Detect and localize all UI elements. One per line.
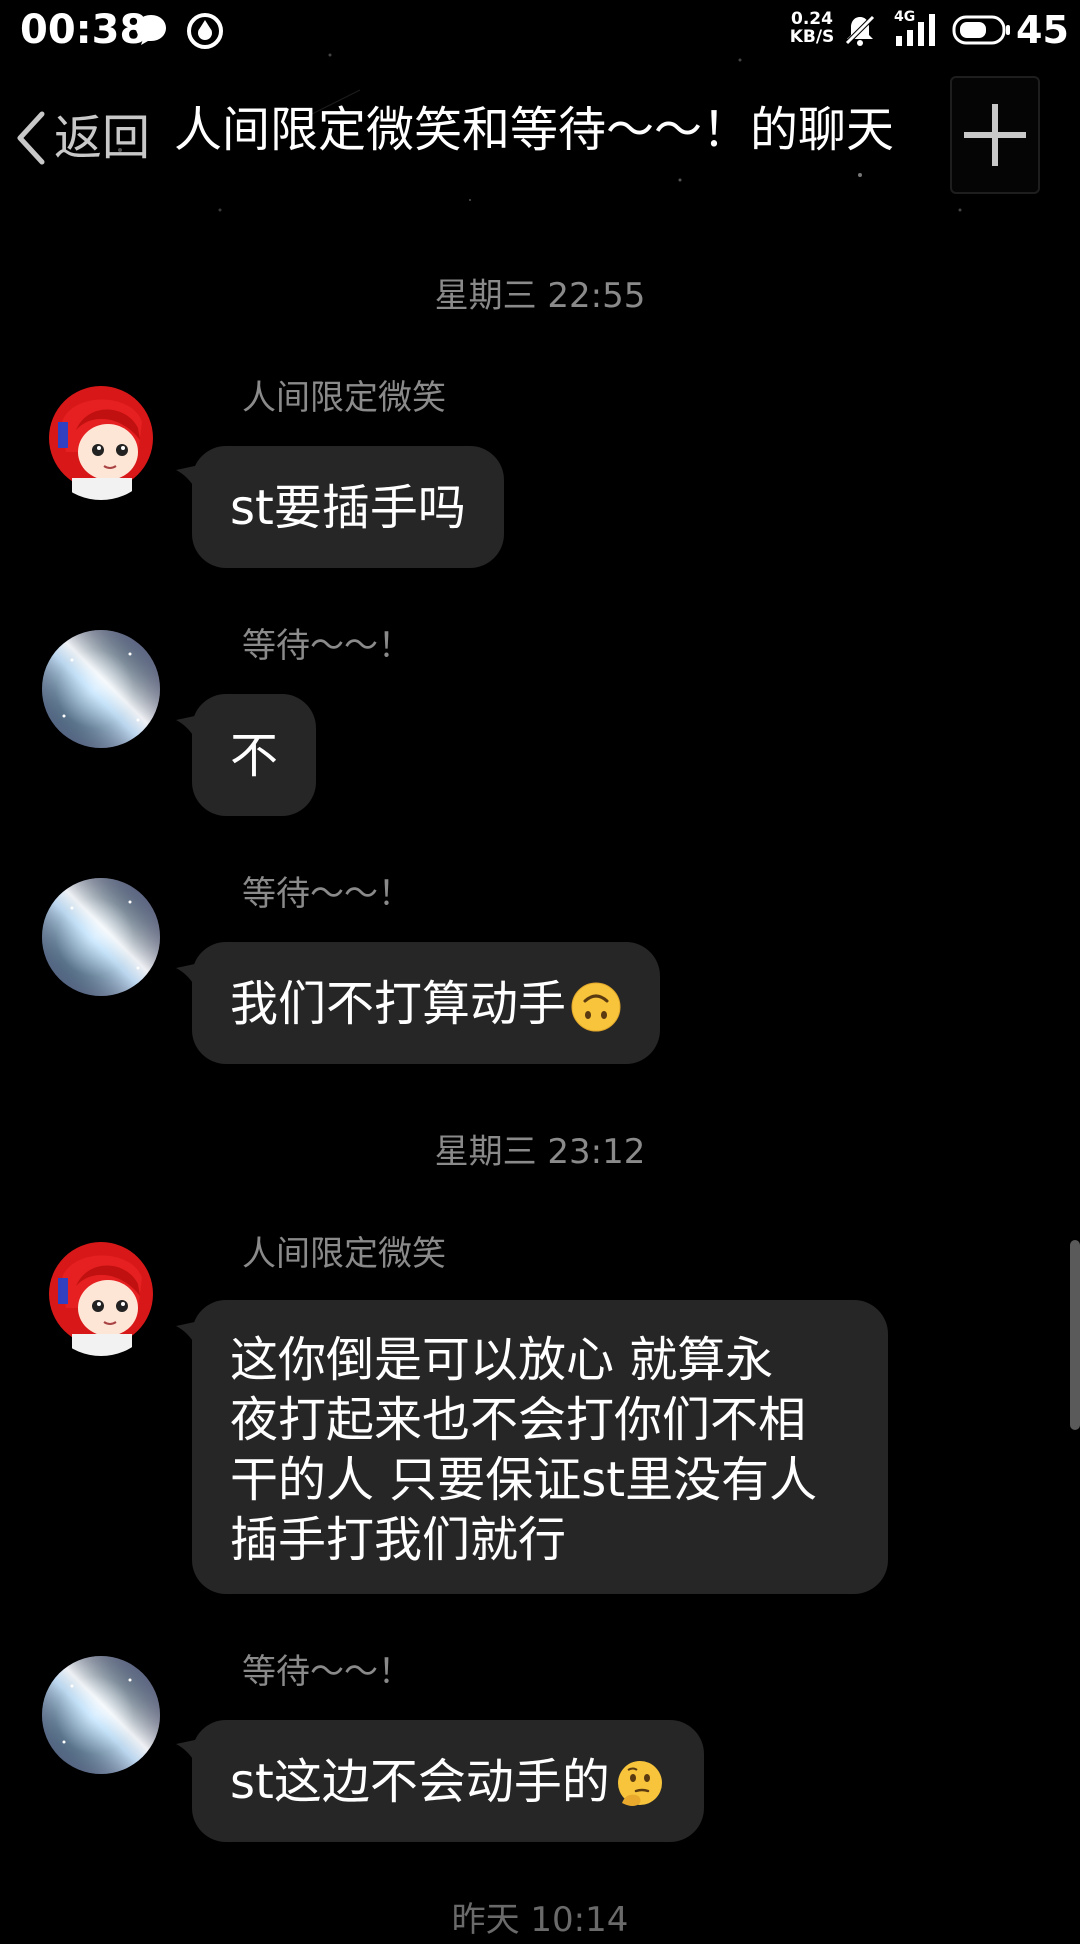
timestamp: 星期三 22:55 (434, 276, 646, 316)
signal-icon (896, 14, 935, 46)
thinking-face-icon (617, 1761, 662, 1806)
page-title: 人间限定微笑和等待～～！的聊天 (174, 102, 895, 158)
sender-name: 等待～～！ (242, 626, 412, 666)
red-hair-avatar-icon (42, 382, 160, 500)
message-text: 不 (230, 728, 279, 784)
message-bubble[interactable]: 这你倒是可以放心 就算永 夜打起来也不会打你们不相 干的人 只要保证st里没有人… (192, 1300, 888, 1594)
avatar[interactable] (42, 878, 160, 996)
network-speed: 0.24 KB/S (789, 9, 835, 47)
sender-name: 人间限定微笑 (242, 1234, 446, 1274)
status-time: 00:38 (20, 7, 148, 53)
back-label: 返回 (54, 110, 151, 166)
galaxy-avatar-icon (42, 1656, 160, 1774)
back-button[interactable]: 返回 (14, 96, 174, 180)
status-bar: 00:38 0.24 KB/S 4G 45 (0, 0, 1080, 60)
mute-bell-icon (844, 14, 876, 46)
add-button[interactable] (950, 76, 1040, 194)
galaxy-avatar-icon (42, 630, 160, 748)
message-text: st要插手吗 (230, 480, 466, 536)
avatar[interactable] (42, 630, 160, 748)
scrollbar-thumb[interactable] (1070, 1240, 1080, 1430)
avatar[interactable] (42, 382, 160, 500)
red-hair-avatar-icon (42, 1238, 160, 1356)
chat-header: 返回 人间限定微笑和等待～～！的聊天 (0, 70, 1080, 200)
chevron-left-icon (17, 111, 45, 165)
sender-name: 等待～～！ (242, 1652, 412, 1692)
message-line: 干的人 只要保证st里没有人 (230, 1452, 818, 1508)
galaxy-avatar-icon (42, 878, 160, 996)
message-line: 插手打我们就行 (230, 1512, 567, 1568)
plus-icon (964, 104, 1026, 166)
app-notification-icon (187, 13, 223, 49)
message-text: 我们不打算动手 (230, 976, 567, 1032)
message-bubble[interactable]: 不 (192, 694, 317, 816)
message-bubble[interactable]: st这边不会动手的 (192, 1720, 704, 1842)
chat-bubble-icon (136, 15, 166, 45)
message-text: st这边不会动手的 (230, 1754, 610, 1810)
message-bubble[interactable]: 我们不打算动手 (192, 942, 661, 1064)
battery-icon (952, 15, 1010, 45)
avatar[interactable] (42, 1238, 160, 1356)
battery-level: 45 (1016, 8, 1069, 52)
timestamp-partial: 昨天 10:14 (451, 1900, 629, 1940)
message-line: 这你倒是可以放心 就算永 (230, 1332, 774, 1388)
timestamp: 星期三 23:12 (434, 1132, 646, 1172)
avatar[interactable] (42, 1656, 160, 1774)
upside-down-face-icon (571, 982, 621, 1032)
message-line: 夜打起来也不会打你们不相 (230, 1392, 807, 1448)
sender-name: 等待～～！ (242, 874, 412, 914)
message-bubble[interactable]: st要插手吗 (192, 446, 504, 568)
sender-name: 人间限定微笑 (242, 378, 446, 418)
